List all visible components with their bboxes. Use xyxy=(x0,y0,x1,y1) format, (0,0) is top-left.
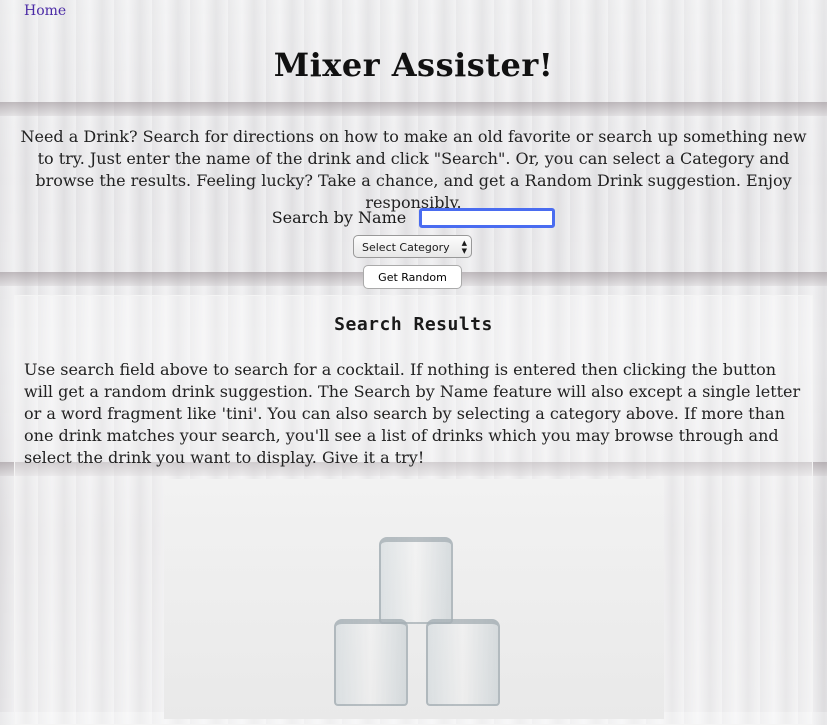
background-shelf xyxy=(0,102,827,116)
home-link[interactable]: Home xyxy=(24,3,66,19)
glass-shape xyxy=(426,619,500,706)
search-results-panel: Search Results Use search field above to… xyxy=(14,295,813,725)
intro-text: Need a Drink? Search for directions on h… xyxy=(20,127,807,212)
page-title: Mixer Assister! xyxy=(273,46,554,84)
glass-shape xyxy=(379,537,453,624)
results-title: Search Results xyxy=(334,314,493,335)
search-input[interactable] xyxy=(419,207,556,228)
category-select-value: Select Category xyxy=(362,241,450,254)
stacked-glasses-image xyxy=(164,479,664,719)
select-arrows-icon: ▲ ▼ xyxy=(461,239,467,255)
search-label: Search by Name xyxy=(271,208,407,227)
glass-shape xyxy=(334,619,408,706)
search-row: Search by Name xyxy=(0,207,827,228)
get-random-button[interactable]: Get Random xyxy=(363,265,462,289)
results-instructions: Use search field above to search for a c… xyxy=(24,360,801,467)
category-select[interactable]: Select Category ▲ ▼ xyxy=(353,235,472,258)
